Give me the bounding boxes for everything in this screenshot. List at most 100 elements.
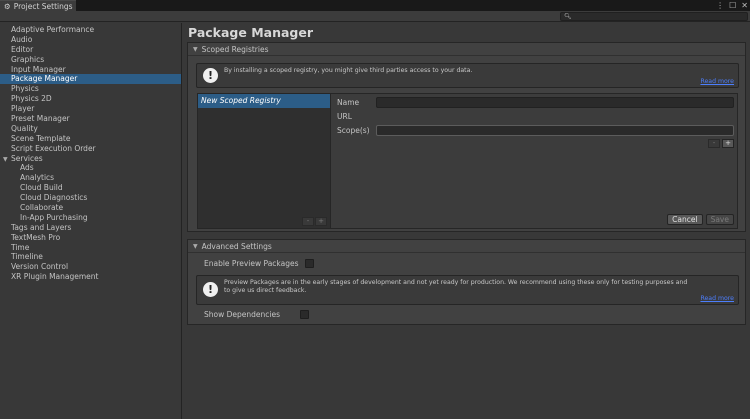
sidebar-item-time[interactable]: Time [0, 243, 181, 253]
sidebar-item-preset-manager[interactable]: Preset Manager [0, 114, 181, 124]
toolbar: 🔍︎ [0, 11, 750, 22]
sidebar-item-graphics[interactable]: Graphics [0, 55, 181, 65]
sidebar-item-scene-template[interactable]: Scene Template [0, 134, 181, 144]
sidebar-item-physics-2d[interactable]: Physics 2D [0, 94, 181, 104]
sidebar-item-label: Adaptive Performance [11, 25, 95, 34]
more-menu-icon[interactable]: ⋮ [716, 1, 724, 10]
sidebar-item-input-manager[interactable]: Input Manager [0, 65, 181, 75]
sidebar-item-label: Audio [11, 34, 33, 44]
title-bar: ⚙ Project Settings ⋮ ☐ ✕ [0, 0, 750, 11]
sidebar-item-xr-plugin-management[interactable]: XR Plugin Management [0, 272, 181, 282]
scoped-help-text: By installing a scoped registry, you mig… [224, 67, 473, 74]
read-more-link[interactable]: Read more [700, 78, 734, 85]
warning-icon: ! [203, 282, 218, 297]
search-input[interactable] [571, 13, 747, 20]
sidebar-item-label: Quality [11, 123, 38, 133]
sidebar-item-label: Graphics [11, 54, 45, 64]
read-more-link[interactable]: Read more [700, 295, 734, 302]
gear-icon: ⚙ [4, 1, 11, 11]
name-label: Name [337, 98, 360, 107]
advanced-settings-header[interactable]: ▼ Advanced Settings [188, 240, 745, 253]
sidebar-item-textmesh-pro[interactable]: TextMesh Pro [0, 233, 181, 243]
registry-list-buttons: - + [302, 217, 327, 226]
sidebar-item-ads[interactable]: Ads [0, 163, 181, 173]
sidebar-item-package-manager[interactable]: Package Manager [0, 74, 181, 85]
scope-buttons: - + [708, 139, 734, 148]
sidebar-item-label: Player [11, 104, 35, 114]
preview-help-box: ! Preview Packages are in the early stag… [196, 275, 739, 305]
scopes-field[interactable] [376, 125, 734, 136]
scoped-registries-title: Scoped Registries [201, 44, 269, 54]
form-buttons: Cancel Save [667, 214, 734, 225]
window-controls: ⋮ ☐ ✕ [716, 0, 748, 11]
show-dependencies-label: Show Dependencies [204, 310, 280, 319]
search-field[interactable]: 🔍︎ [560, 12, 748, 21]
sidebar-item-adaptive-performance[interactable]: Adaptive Performance [0, 25, 181, 35]
sidebar-item-tags-and-layers[interactable]: Tags and Layers [0, 223, 181, 233]
window-tab[interactable]: ⚙ Project Settings [0, 0, 76, 11]
sidebar-item-label: Tags and Layers [11, 222, 72, 232]
sidebar-item-collaborate[interactable]: Collaborate [0, 203, 181, 213]
sidebar-item-label: Preset Manager [11, 114, 70, 124]
sidebar-item-label: Package Manager [11, 74, 78, 84]
show-dependencies-row: Show Dependencies [204, 310, 309, 319]
sidebar-item-label: Scene Template [11, 133, 71, 143]
sidebar-item-services[interactable]: ▼ Services [0, 154, 181, 164]
enable-preview-checkbox[interactable] [304, 259, 314, 268]
sidebar-item-label: XR Plugin Management [11, 272, 99, 282]
sidebar-item-script-execution-order[interactable]: Script Execution Order [0, 144, 181, 154]
sidebar-item-analytics[interactable]: Analytics [0, 173, 181, 183]
sidebar-item-label: Services [11, 153, 43, 163]
remove-scope-button[interactable]: - [708, 139, 720, 148]
expand-caret-icon[interactable]: ▼ [3, 155, 11, 165]
add-scope-button[interactable]: + [722, 139, 734, 148]
preview-help-text: Preview Packages are in the early stages… [224, 279, 688, 294]
sidebar-item-cloud-build[interactable]: Cloud Build [0, 183, 181, 193]
sidebar-item-label: Ads [20, 163, 34, 173]
sidebar-item-physics[interactable]: Physics [0, 84, 181, 94]
sidebar-item-label: Input Manager [11, 64, 66, 74]
sidebar-item-label: Version Control [11, 262, 69, 272]
sidebar-item-audio[interactable]: Audio [0, 35, 181, 45]
sidebar-item-label: Time [11, 242, 30, 252]
sidebar-item-quality[interactable]: Quality [0, 124, 181, 134]
name-row: Name [337, 97, 734, 108]
name-field[interactable] [376, 97, 734, 108]
advanced-settings-section: ▼ Advanced Settings Enable Preview Packa… [187, 239, 746, 325]
sidebar-item-label: Editor [11, 44, 34, 54]
sidebar-item-player[interactable]: Player [0, 104, 181, 114]
sidebar-item-in-app-purchasing[interactable]: In-App Purchasing [0, 213, 181, 223]
sidebar-item-label: Physics 2D [11, 94, 52, 104]
main-panel: Package Manager ▼ Scoped Registries ! By… [183, 23, 750, 419]
sidebar-item-label: TextMesh Pro [11, 232, 61, 242]
sidebar-item-version-control[interactable]: Version Control [0, 262, 181, 272]
scopes-row: Scope(s) [337, 125, 734, 136]
close-icon[interactable]: ✕ [741, 1, 748, 10]
registry-list: New Scoped Registry - + [197, 93, 331, 229]
maximize-icon[interactable]: ☐ [729, 1, 736, 10]
sidebar-item-label: Timeline [11, 252, 43, 262]
remove-registry-button[interactable]: - [302, 217, 314, 226]
sidebar-item-label: Physics [11, 84, 39, 94]
settings-sidebar: Adaptive Performance Audio Editor Graphics I… [0, 23, 182, 419]
registry-list-item[interactable]: New Scoped Registry [198, 94, 330, 108]
add-registry-button[interactable]: + [315, 217, 327, 226]
sidebar-item-cloud-diagnostics[interactable]: Cloud Diagnostics [0, 193, 181, 203]
warning-icon: ! [203, 68, 218, 83]
sidebar-item-label: Cloud Diagnostics [20, 193, 88, 203]
sidebar-item-timeline[interactable]: Timeline [0, 252, 181, 262]
url-label: URL [337, 112, 352, 121]
cancel-button[interactable]: Cancel [667, 214, 703, 225]
search-icon: 🔍︎ [564, 13, 572, 20]
advanced-settings-title: Advanced Settings [201, 241, 272, 251]
collapse-triangle-icon: ▼ [193, 45, 198, 53]
registry-form: Name URL Scope(s) - + Cancel Save [331, 93, 738, 229]
save-button[interactable]: Save [705, 214, 734, 225]
sidebar-item-editor[interactable]: Editor [0, 45, 181, 55]
sidebar-item-label: Script Execution Order [11, 143, 96, 153]
collapse-triangle-icon: ▼ [193, 242, 198, 250]
scoped-registries-header[interactable]: ▼ Scoped Registries [188, 43, 745, 56]
sidebar-item-label: In-App Purchasing [20, 212, 88, 222]
scopes-label: Scope(s) [337, 126, 370, 135]
show-dependencies-checkbox[interactable] [300, 310, 309, 319]
